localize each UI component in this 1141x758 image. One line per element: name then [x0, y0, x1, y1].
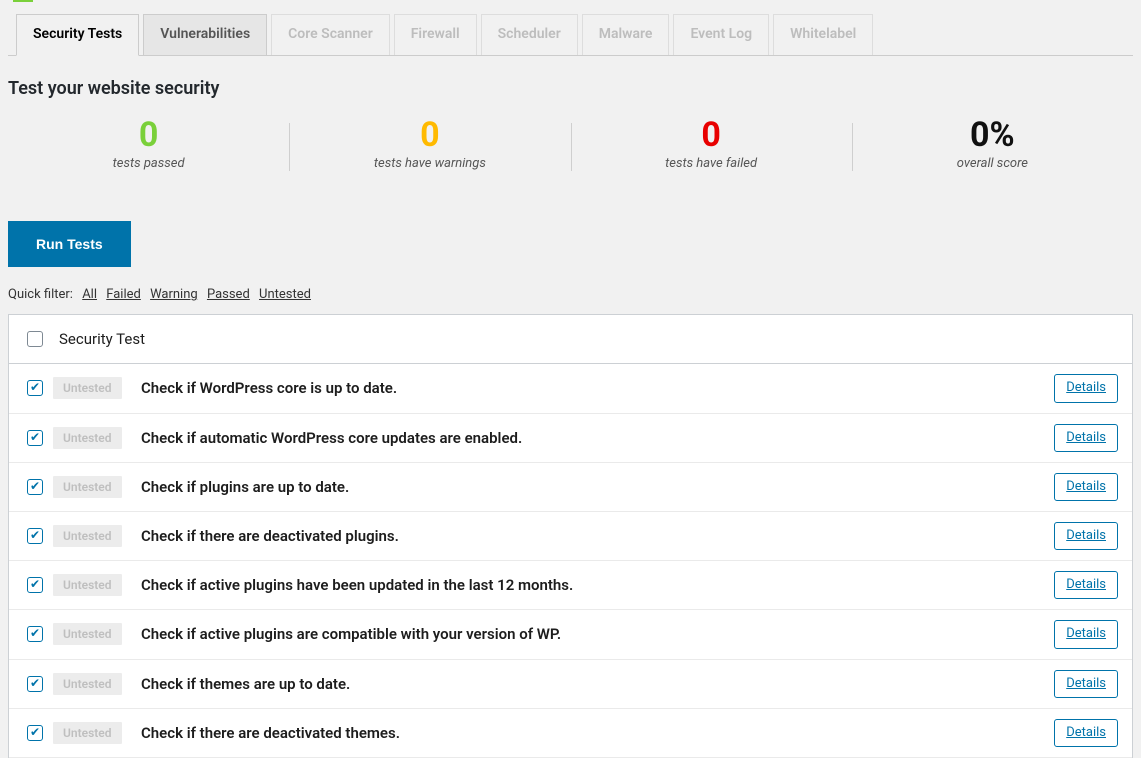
select-all-checkbox[interactable] — [27, 331, 43, 347]
table-row: Untested Check if there are deactivated p… — [9, 512, 1132, 561]
row-checkbox[interactable] — [27, 430, 43, 446]
run-tests-button[interactable]: Run Tests — [8, 221, 131, 267]
row-checkbox[interactable] — [27, 626, 43, 642]
nav-tabs: Security TestsVulnerabilitiesCore Scanne… — [8, 2, 1133, 56]
status-badge: Untested — [53, 574, 122, 596]
tab-scheduler: Scheduler — [481, 14, 578, 55]
details-button[interactable]: Details — [1054, 473, 1118, 501]
page-title: Test your website security — [8, 78, 1133, 99]
status-badge: Untested — [53, 722, 122, 744]
stat-passed: 0 tests passed — [8, 117, 289, 171]
stats-row: 0 tests passed 0 tests have warnings 0 t… — [8, 117, 1133, 171]
filter-failed[interactable]: Failed — [106, 287, 141, 302]
test-title: Check if plugins are up to date. — [141, 478, 1048, 496]
tests-header-row: Security Test — [9, 315, 1132, 364]
tests-header-label: Security Test — [59, 330, 1118, 348]
stat-warning-value: 0 — [289, 117, 570, 154]
tab-firewall: Firewall — [394, 14, 477, 55]
tab-core-scanner: Core Scanner — [271, 14, 390, 55]
table-row: Untested Check if WordPress core is up to… — [9, 364, 1132, 413]
details-button[interactable]: Details — [1054, 571, 1118, 599]
stat-warning-label: tests have warnings — [289, 156, 570, 171]
details-button[interactable]: Details — [1054, 374, 1118, 402]
table-row: Untested Check if plugins are up to date.… — [9, 463, 1132, 512]
details-button[interactable]: Details — [1054, 719, 1118, 747]
tab-vulnerabilities[interactable]: Vulnerabilities — [143, 14, 267, 55]
row-checkbox[interactable] — [27, 725, 43, 741]
tab-whitelabel: Whitelabel — [773, 14, 873, 55]
row-checkbox[interactable] — [27, 528, 43, 544]
tab-event-log: Event Log — [673, 14, 769, 55]
details-button[interactable]: Details — [1054, 620, 1118, 648]
details-button[interactable]: Details — [1054, 424, 1118, 452]
test-title: Check if active plugins have been update… — [141, 576, 1048, 594]
status-badge: Untested — [53, 623, 122, 645]
row-checkbox[interactable] — [27, 676, 43, 692]
test-title: Check if automatic WordPress core update… — [141, 429, 1048, 447]
stat-score-value: 0% — [852, 117, 1133, 154]
table-row: Untested Check if active plugins are comp… — [9, 610, 1132, 659]
stat-passed-value: 0 — [8, 117, 289, 154]
status-badge: Untested — [53, 427, 122, 449]
row-checkbox[interactable] — [27, 380, 43, 396]
stat-warning: 0 tests have warnings — [289, 117, 570, 171]
table-row: Untested Check if automatic WordPress cor… — [9, 414, 1132, 463]
stat-failed-value: 0 — [571, 117, 852, 154]
table-row: Untested Check if active plugins have bee… — [9, 561, 1132, 610]
stat-failed: 0 tests have failed — [571, 117, 852, 171]
stat-failed-label: tests have failed — [571, 156, 852, 171]
filter-warning[interactable]: Warning — [150, 287, 198, 302]
quick-filter-label: Quick filter: — [8, 287, 73, 302]
filter-all[interactable]: All — [82, 287, 97, 302]
test-title: Check if there are deactivated plugins. — [141, 527, 1048, 545]
row-checkbox[interactable] — [27, 577, 43, 593]
table-row: Untested Check if themes are up to date. D… — [9, 660, 1132, 709]
status-badge: Untested — [53, 476, 122, 498]
filter-untested[interactable]: Untested — [259, 287, 311, 302]
filter-passed[interactable]: Passed — [207, 287, 250, 302]
quick-filter: Quick filter: All Failed Warning Passed … — [8, 287, 1133, 302]
stat-score-label: overall score — [852, 156, 1133, 171]
tests-table: Security Test Untested Check if WordPress… — [8, 314, 1133, 758]
tab-security-tests[interactable]: Security Tests — [16, 14, 139, 56]
details-button[interactable]: Details — [1054, 522, 1118, 550]
test-title: Check if active plugins are compatible w… — [141, 625, 1048, 643]
stat-score: 0% overall score — [852, 117, 1133, 171]
status-badge: Untested — [53, 673, 122, 695]
details-button[interactable]: Details — [1054, 670, 1118, 698]
status-badge: Untested — [53, 525, 122, 547]
status-badge: Untested — [53, 377, 122, 399]
table-row: Untested Check if there are deactivated t… — [9, 709, 1132, 758]
test-title: Check if there are deactivated themes. — [141, 724, 1048, 742]
test-title: Check if themes are up to date. — [141, 675, 1048, 693]
test-title: Check if WordPress core is up to date. — [141, 379, 1048, 397]
stat-passed-label: tests passed — [8, 156, 289, 171]
row-checkbox[interactable] — [27, 479, 43, 495]
tab-malware: Malware — [582, 14, 670, 55]
